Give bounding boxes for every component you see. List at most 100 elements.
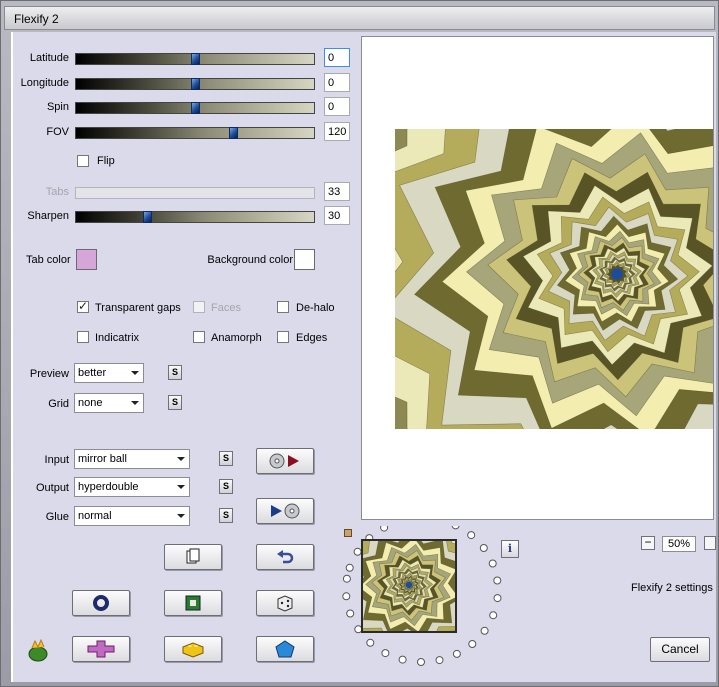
tabs-slider[interactable] [75,187,315,199]
cancel-button[interactable]: Cancel [650,637,710,662]
zoom-in-button[interactable] [704,536,716,550]
purple-cross-icon [87,640,115,658]
preview-panel[interactable] [361,36,714,520]
glue-label: Glue [45,511,69,523]
background-color-swatch[interactable] [294,249,315,270]
ring-dot[interactable] [381,649,390,658]
chevron-down-icon [131,371,139,375]
copy-button[interactable] [164,544,222,570]
play-forward-button[interactable] [256,448,314,474]
tab-tool-button[interactable] [72,636,130,662]
indicatrix-label: Indicatrix [95,332,140,344]
ring-dot[interactable] [435,656,444,665]
grid-value: none [78,397,103,409]
longitude-slider-thumb[interactable] [191,78,200,90]
ring-button[interactable] [72,590,130,616]
ring-dot[interactable] [479,544,488,552]
glue-select[interactable]: normal [74,506,190,526]
edges-checkbox[interactable] [277,331,289,343]
copy-page-icon [186,548,200,564]
sharpen-slider[interactable] [75,211,315,223]
square-frame-button[interactable] [164,590,222,616]
ring-dot[interactable] [467,531,476,540]
tab-color-swatch[interactable] [76,249,97,270]
play-cd-icon [271,503,300,519]
ring-dot[interactable] [488,559,497,568]
output-s-button[interactable]: S [219,479,233,494]
output-select[interactable]: hyperdouble [74,477,190,497]
latitude-value-field[interactable]: 0 [324,48,350,67]
tabs-value-field[interactable]: 33 [324,182,350,201]
sharpen-value-field[interactable]: 30 [324,206,350,225]
latitude-slider-thumb[interactable] [191,53,200,65]
preview-quality-select[interactable]: better [74,363,144,383]
longitude-slider[interactable] [75,78,315,90]
transparent-gaps-label: Transparent gaps [95,302,181,314]
zoom-level: 50% [662,536,696,552]
input-s-button[interactable]: S [219,451,233,466]
preview-s-button[interactable]: S [168,365,182,380]
undo-arrow-icon [277,550,294,564]
latitude-slider[interactable] [75,53,315,65]
ring-dot[interactable] [451,526,460,530]
grid-select[interactable]: none [74,393,144,413]
ring-icon [93,595,109,611]
anamorph-label: Anamorph [211,332,262,344]
ring-dot[interactable] [342,592,351,601]
ring-dot[interactable] [398,655,407,664]
input-label: Input [44,454,69,466]
ring-dot[interactable] [480,626,489,635]
transparent-gaps-checkbox[interactable] [77,299,89,313]
longitude-value-field[interactable]: 0 [324,73,350,92]
glue-value: normal [78,510,112,522]
input-select[interactable]: mirror ball [74,449,190,469]
brick-button[interactable] [164,636,222,662]
chevron-down-icon [131,401,139,405]
ring-dot[interactable] [346,609,355,618]
glue-s-button[interactable]: S [219,508,233,523]
faces-label: Faces [211,302,241,314]
ring-dot[interactable] [345,563,354,572]
spin-slider[interactable] [75,102,315,114]
thumbnail-image[interactable] [361,539,457,633]
de-halo-checkbox[interactable] [277,301,289,313]
chevron-down-icon [177,514,185,518]
undo-button[interactable] [256,544,314,570]
ring-dot[interactable] [366,638,375,647]
title-bar: Flexify 2 [4,6,715,30]
chevron-down-icon [177,457,185,461]
ring-dot[interactable] [489,611,498,620]
anamorph-checkbox[interactable] [193,331,205,343]
zoom-out-button[interactable]: − [641,536,655,550]
fov-value-field[interactable]: 120 [324,122,350,141]
faces-checkbox[interactable] [193,301,205,313]
ring-handle[interactable] [344,529,352,537]
random-dice-button[interactable] [256,590,314,616]
grid-label: Grid [48,398,69,410]
sharpen-label: Sharpen [27,210,69,222]
spin-slider-thumb[interactable] [191,102,200,114]
output-value: hyperdouble [78,481,139,493]
fov-slider[interactable] [75,127,315,139]
spin-label: Spin [46,101,69,113]
sharpen-slider-thumb[interactable] [143,211,152,223]
ring-dot[interactable] [452,649,461,658]
grid-s-button[interactable]: S [168,395,182,410]
window-title: Flexify 2 [14,12,59,26]
indicatrix-checkbox[interactable] [77,331,89,343]
ring-dot[interactable] [380,526,389,532]
play-backward-button[interactable] [256,498,314,524]
fov-slider-thumb[interactable] [229,127,238,139]
spin-value-field[interactable]: 0 [324,97,350,116]
background-color-label: Background color [207,254,293,266]
flip-label: Flip [97,155,115,167]
ring-dot[interactable] [417,658,425,666]
ring-dot[interactable] [493,576,502,585]
flip-checkbox[interactable] [77,155,89,167]
ring-dot[interactable] [493,594,502,603]
ring-dot[interactable] [468,640,477,648]
info-button[interactable]: i [501,540,519,558]
pentagon-button[interactable] [256,636,314,662]
tab-color-label: Tab color [26,254,71,266]
ring-dot[interactable] [342,574,351,583]
